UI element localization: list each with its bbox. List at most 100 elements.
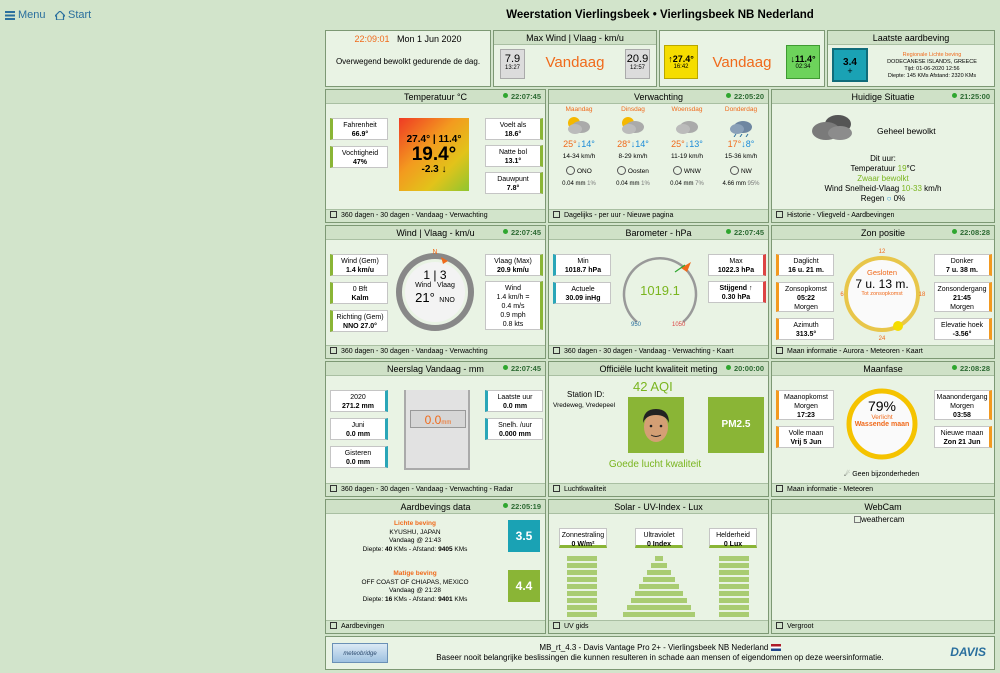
wind-direction-value: NNO 27.0°	[343, 323, 377, 330]
solar-panel: Solar - UV-Index - Lux Zonnestraling 0 W/…	[548, 499, 769, 634]
baro-max-label: Max	[729, 258, 743, 265]
rain-footer[interactable]: 360 dagen - 30 dagen - Vandaag - Verwach…	[326, 483, 545, 496]
sunrise-day: Morgen	[794, 304, 818, 311]
rain-gauge: 0.0mm	[404, 390, 470, 470]
current-hour-label: Dit uur:	[870, 154, 896, 163]
webcam-footer[interactable]: Vergroot	[772, 620, 994, 633]
partly-cloudy-icon	[568, 117, 590, 134]
rain-year-value: 271.2 mm	[342, 403, 374, 410]
dewpoint-label: Dauwpunt	[497, 176, 529, 183]
quake-2-info: Matige beving OFF COAST OF CHIAPAS, MEXI…	[330, 570, 500, 604]
max-gust-value: 20.9 12:57	[625, 49, 650, 79]
forecast-day-name: Donderdag	[724, 106, 758, 113]
meteobridge-logo[interactable]: meteobridge	[332, 643, 388, 663]
wind-title-text: Wind | Vlaag - km/u	[396, 228, 475, 238]
forecast-rain: 0.04 mm	[562, 181, 586, 187]
air-footer[interactable]: Luchtkwaliteit	[549, 483, 768, 496]
forecast-footer[interactable]: Dagelijks - per uur - Nieuwe pagina	[549, 209, 768, 222]
lux-box: Helderheid 0 Lux	[709, 528, 757, 548]
humidity-box: Vochtigheid 47%	[330, 146, 388, 168]
forecast-low: 8°	[745, 139, 755, 149]
moon-phase-name: Wassende maan	[854, 421, 910, 428]
beaufort-value: 0 Bft	[352, 286, 368, 293]
current-temp-value: 19	[897, 164, 907, 173]
latest-quake-title: Laatste aardbeving	[828, 31, 994, 45]
current-wind-value: 10-33	[901, 184, 922, 193]
latest-quake-place: DODECANESE ISLANDS, GREECE	[887, 59, 977, 65]
forecast-day: Donderdag 17°↓8° 15-36 km/h NW 4.66 mm 95%	[715, 106, 767, 187]
max-gust-number: 20.9	[626, 53, 649, 65]
max-gust-time: 12:57	[629, 65, 645, 71]
air-quality-text: Goede lucht kwaliteit	[608, 459, 702, 470]
rain-lasthour-label: Laatste uur	[497, 394, 533, 401]
sunrise-label: Zonsopkomst	[784, 286, 828, 293]
forecast-day: Dinsdag 28°↓14° 8-29 km/h Oosten 0.04 mm 1%	[607, 106, 659, 187]
quakes-footer-links[interactable]: Aardbevingen	[341, 623, 384, 630]
sun-footer[interactable]: Maan informatie - Aurora - Meteoren - Ka…	[772, 345, 994, 358]
current-footer[interactable]: Historie - Vliegveld - Aardbevingen	[772, 209, 994, 222]
quakes-footer[interactable]: Aardbevingen	[326, 620, 545, 633]
forecast-high: 25°	[563, 139, 577, 149]
temperature-footer-links[interactable]: 360 dagen - 30 dagen - Vandaag - Verwach…	[341, 212, 488, 219]
davis-logo[interactable]: DAVIS	[950, 645, 986, 659]
feels-like-label: Voelt als	[499, 122, 527, 129]
barometer-footer[interactable]: 360 dagen - 30 dagen - Vandaag - Verwach…	[549, 345, 768, 358]
wind-footer-links[interactable]: 360 dagen - 30 dagen - Vandaag - Verwach…	[341, 348, 488, 355]
fullmoon-value: Vrij 5 Jun	[790, 439, 822, 446]
clock-panel: 22:09:01 Mon 1 Jun 2020 Overwegend bewol…	[325, 30, 491, 87]
current-temp-unit: °C	[906, 164, 916, 173]
moon-title: Maanfase 22:08:28	[772, 362, 994, 376]
moon-footer-links[interactable]: Maan informatie - Meteoren	[787, 486, 873, 493]
level-bar	[567, 598, 597, 603]
temperature-footer[interactable]: 360 dagen - 30 dagen - Vandaag - Verwach…	[326, 209, 545, 222]
forecast-rain: 0.04 mm	[670, 181, 694, 187]
quake-2-distance: 9401	[438, 595, 453, 603]
external-link-icon	[330, 211, 337, 218]
wind-timestamp: 22:07:45	[503, 226, 541, 240]
face-icon	[643, 409, 669, 442]
air-face-box	[628, 397, 684, 453]
wet-bulb-label: Natte bol	[498, 149, 528, 156]
sunrise-box: Zonsopkomst 05:22 Morgen	[776, 282, 834, 312]
moon-dial-text: 79% Verlicht Wassende maan	[844, 398, 920, 428]
top-bar: Menu Start Weerstation Vierlingsbeek • V…	[0, 0, 1000, 30]
level-bar	[719, 577, 749, 582]
wind-compass-text: 1 | 3 Wind Vlaag 21° NNO	[392, 268, 478, 307]
baro-trend-value: 0.30 hPa	[721, 294, 751, 301]
external-link-icon	[553, 347, 560, 354]
external-link-icon	[330, 485, 337, 492]
webcam-footer-links[interactable]: Vergroot	[787, 623, 813, 630]
moon-footer[interactable]: Maan informatie - Meteoren	[772, 483, 994, 496]
quake-2-magnitude: 4.4	[508, 570, 540, 602]
quake-2-time: Vandaag @ 21:28	[388, 587, 442, 594]
wind-degree: 21°	[415, 290, 435, 305]
barometer-footer-links[interactable]: 360 dagen - 30 dagen - Vandaag - Verwach…	[564, 348, 734, 355]
solar-footer[interactable]: UV gids	[549, 620, 768, 633]
baro-scale-high: 1050	[672, 322, 686, 328]
webcam-image[interactable]: weathercam	[854, 515, 905, 524]
start-button[interactable]: Start	[55, 9, 91, 21]
uv-bar	[647, 570, 671, 575]
left-empty-area	[0, 30, 323, 673]
sun-footer-links[interactable]: Maan informatie - Aurora - Meteoren - Ka…	[787, 348, 923, 355]
compass-north-label: N	[432, 249, 437, 256]
drop-icon: ○	[886, 194, 892, 203]
rain-footer-links[interactable]: 360 dagen - 30 dagen - Vandaag - Verwach…	[341, 486, 513, 493]
forecast-rain-pct: 7%	[695, 181, 704, 187]
menu-button[interactable]: Menu	[5, 9, 46, 21]
temperature-title: Temperatuur °C 22:07:45	[326, 90, 545, 104]
rain-title-text: Neerslag Vandaag - mm	[387, 364, 484, 374]
max-wind-number: 7.9	[504, 53, 521, 65]
current-footer-links[interactable]: Historie - Vliegveld - Aardbevingen	[787, 212, 894, 219]
sun-title-text: Zon positie	[860, 228, 906, 238]
solar-footer-links[interactable]: UV gids	[564, 623, 589, 630]
daylight-label: Daglicht	[793, 258, 819, 265]
wind-footer[interactable]: 360 dagen - 30 dagen - Vandaag - Verwach…	[326, 345, 545, 358]
rain-rate-box: Snelh. /uur 0.000 mm	[485, 418, 543, 440]
forecast-footer-links[interactable]: Dagelijks - per uur - Nieuwe pagina	[564, 212, 673, 219]
feels-like-value: 18.6°	[504, 131, 522, 138]
humidity-label: Vochtigheid	[341, 150, 379, 157]
uv-bar	[651, 563, 667, 568]
quake-1-depth-label: Diepte:	[362, 545, 385, 553]
air-footer-links[interactable]: Luchtkwaliteit	[564, 486, 606, 493]
